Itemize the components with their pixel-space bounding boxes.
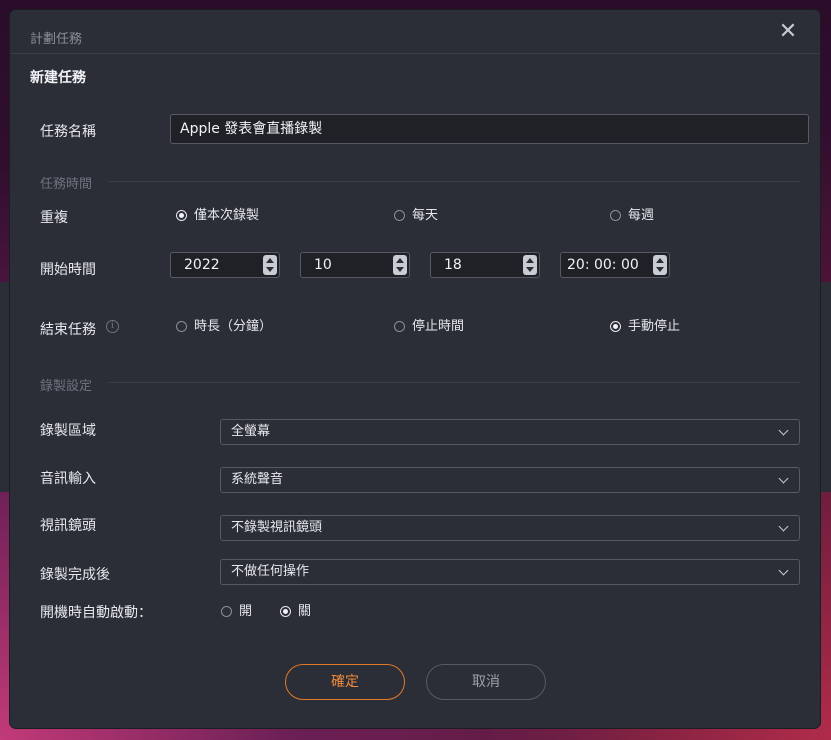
end-task-label: 結束任務 xyxy=(40,322,96,338)
after-recording-select[interactable]: 不做任何操作 xyxy=(220,559,800,585)
repeat-option-label: 每天 xyxy=(412,208,439,223)
radio-checked-icon xyxy=(280,606,291,617)
audio-input-label: 音訊輸入 xyxy=(40,471,96,487)
task-name-input[interactable]: Apple 發表會直播錄製 xyxy=(170,114,809,144)
spin-down-icon[interactable] xyxy=(526,267,534,272)
end-option-stop-time[interactable]: 停止時間 xyxy=(394,320,464,334)
chevron-down-icon xyxy=(778,425,789,436)
radio-checked-icon xyxy=(610,321,621,332)
audio-input-value: 系統聲音 xyxy=(231,472,284,487)
repeat-label: 重複 xyxy=(40,210,68,226)
section-divider xyxy=(108,382,800,383)
close-icon[interactable]: ✕ xyxy=(778,21,798,43)
end-option-label: 停止時間 xyxy=(412,319,465,334)
webcam-value: 不錄製視訊鏡頭 xyxy=(231,520,323,535)
radio-unchecked-icon xyxy=(176,321,187,332)
start-time-label: 開始時間 xyxy=(40,262,96,278)
repeat-option-once[interactable]: 僅本次錄製 xyxy=(176,209,259,223)
repeat-option-label: 每週 xyxy=(628,208,655,223)
stepper-arrows[interactable] xyxy=(523,255,537,275)
radio-unchecked-icon xyxy=(394,210,405,221)
end-option-duration[interactable]: 時長（分鐘） xyxy=(176,320,272,334)
start-clock-value: 20: 00: 00 xyxy=(567,257,639,273)
end-option-manual[interactable]: 手動停止 xyxy=(610,320,680,334)
repeat-option-weekly[interactable]: 每週 xyxy=(610,209,654,223)
after-recording-value: 不做任何操作 xyxy=(231,564,310,579)
autostart-off[interactable]: 關 xyxy=(280,605,311,619)
radio-unchecked-icon xyxy=(610,210,621,221)
record-settings-section-label: 錄製設定 xyxy=(40,379,93,394)
radio-unchecked-icon xyxy=(221,606,232,617)
dialog-title: 計劃任務 xyxy=(30,32,83,47)
record-area-value: 全螢幕 xyxy=(231,424,271,439)
autostart-option-label: 開 xyxy=(239,604,253,619)
repeat-option-daily[interactable]: 每天 xyxy=(394,209,438,223)
dialog-titlebar: 計劃任務 ✕ xyxy=(10,10,820,54)
task-time-section-label: 任務時間 xyxy=(40,177,93,192)
webcam-select[interactable]: 不錄製視訊鏡頭 xyxy=(220,515,800,541)
chevron-down-icon xyxy=(778,565,789,576)
repeat-option-label: 僅本次錄製 xyxy=(194,208,260,223)
chevron-down-icon xyxy=(778,473,789,484)
background-window-edge-right xyxy=(819,282,831,492)
start-clock-stepper[interactable]: 20: 00: 00 xyxy=(560,252,670,278)
spin-down-icon[interactable] xyxy=(396,267,404,272)
end-option-label: 手動停止 xyxy=(628,319,681,334)
autostart-label: 開機時自動啟動： xyxy=(40,605,152,621)
after-recording-label: 錄製完成後 xyxy=(40,567,110,583)
schedule-task-dialog: 計劃任務 ✕ 新建任務 任務名稱 Apple 發表會直播錄製 任務時間 重複 僅… xyxy=(10,10,820,728)
start-day-stepper[interactable]: 18 xyxy=(430,252,540,278)
webcam-label: 視訊鏡頭 xyxy=(40,518,96,534)
start-year-stepper[interactable]: 2022 xyxy=(170,252,280,278)
section-divider xyxy=(108,181,800,182)
record-area-label: 錄製區域 xyxy=(40,423,96,439)
chevron-down-icon xyxy=(778,521,789,532)
stepper-arrows[interactable] xyxy=(393,255,407,275)
audio-input-select[interactable]: 系統聲音 xyxy=(220,467,800,493)
start-year-value: 2022 xyxy=(184,257,220,273)
stepper-arrows[interactable] xyxy=(263,255,277,275)
stepper-arrows[interactable] xyxy=(653,255,667,275)
record-area-select[interactable]: 全螢幕 xyxy=(220,419,800,445)
spin-down-icon[interactable] xyxy=(266,267,274,272)
autostart-option-label: 關 xyxy=(298,604,312,619)
spin-up-icon[interactable] xyxy=(266,258,274,263)
info-icon[interactable]: i xyxy=(106,320,119,333)
start-month-stepper[interactable]: 10 xyxy=(300,252,410,278)
new-task-heading: 新建任務 xyxy=(30,70,86,86)
autostart-on[interactable]: 開 xyxy=(221,605,252,619)
start-day-value: 18 xyxy=(444,257,462,273)
start-month-value: 10 xyxy=(314,257,332,273)
spin-up-icon[interactable] xyxy=(526,258,534,263)
end-option-label: 時長（分鐘） xyxy=(194,319,273,334)
spin-down-icon[interactable] xyxy=(656,267,664,272)
spin-up-icon[interactable] xyxy=(396,258,404,263)
cancel-button[interactable]: 取消 xyxy=(426,664,546,700)
task-name-label: 任務名稱 xyxy=(40,124,96,140)
radio-checked-icon xyxy=(176,210,187,221)
confirm-button[interactable]: 確定 xyxy=(285,664,405,700)
spin-up-icon[interactable] xyxy=(656,258,664,263)
radio-unchecked-icon xyxy=(394,321,405,332)
